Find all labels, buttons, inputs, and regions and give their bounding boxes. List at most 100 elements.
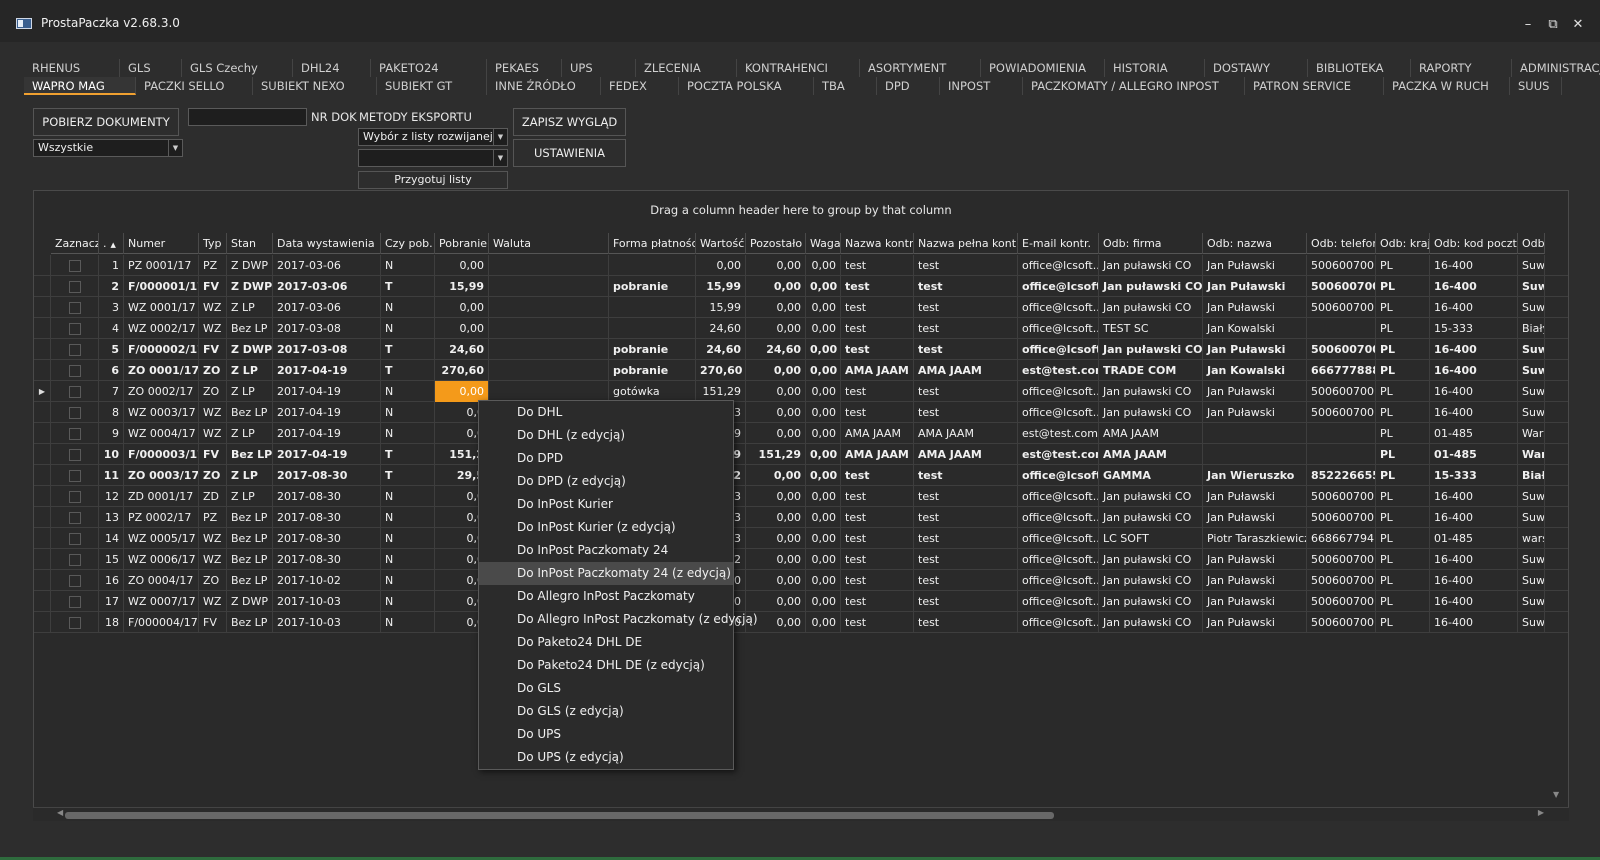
tab-powiadomienia[interactable]: POWIADOMIENIA: [981, 59, 1105, 77]
select-checkbox-cell[interactable]: [51, 402, 99, 423]
row-checkbox[interactable]: [68, 575, 81, 587]
close-button[interactable]: ✕: [1570, 17, 1586, 33]
row-checkbox[interactable]: [68, 386, 81, 398]
select-checkbox-cell[interactable]: [51, 612, 99, 633]
select-checkbox-cell[interactable]: [51, 339, 99, 360]
row-header[interactable]: [34, 591, 51, 612]
table-row[interactable]: 18 F/000004/17 FV Bez LP 2017-10-03 N 0,0 30 0,0…: [34, 612, 1568, 633]
tab-dostawy[interactable]: DOSTAWY: [1205, 59, 1308, 77]
column-header[interactable]: Forma płatności: [609, 233, 696, 254]
column-header[interactable]: Odb: telefon: [1307, 233, 1376, 254]
horizontal-scrollbar[interactable]: ◀ ▶: [33, 807, 1569, 821]
tab-raporty[interactable]: RAPORTY: [1411, 59, 1512, 77]
chevron-down-icon[interactable]: ▼: [493, 129, 507, 145]
table-row[interactable]: 12 ZD 0001/17 ZD Z LP 2017-08-30 N 0,0 53 0,00 0,…: [34, 486, 1568, 507]
column-header[interactable]: E-mail kontr.: [1018, 233, 1099, 254]
table-row[interactable]: 15 WZ 0006/17 WZ Bez LP 2017-08-30 N 0,0 22 0,00…: [34, 549, 1568, 570]
select-checkbox-cell[interactable]: [51, 276, 99, 297]
scroll-left-icon[interactable]: ◀: [57, 808, 63, 817]
menu-item[interactable]: Do DHL (z edycją): [479, 424, 733, 447]
tab-poczta-polska[interactable]: POCZTA POLSKA: [679, 77, 814, 95]
select-checkbox-cell[interactable]: [51, 318, 99, 339]
doc-number-input[interactable]: [188, 108, 307, 126]
row-header[interactable]: [34, 339, 51, 360]
row-header[interactable]: [34, 528, 51, 549]
tab-patron-service[interactable]: PATRON SERVICE: [1245, 77, 1384, 95]
row-header[interactable]: [34, 297, 51, 318]
row-checkbox[interactable]: [68, 512, 81, 524]
tab-subiekt-gt[interactable]: SUBIEKT GT: [377, 77, 487, 95]
tab-inne-r-d-o[interactable]: INNE ŹRÓDŁO: [487, 77, 601, 95]
row-header[interactable]: [34, 612, 51, 633]
tab-ups[interactable]: UPS: [562, 59, 636, 77]
table-row[interactable]: 14 WZ 0005/17 WZ Bez LP 2017-08-30 N 0,0 53 0,00…: [34, 528, 1568, 549]
tab-inpost[interactable]: INPOST: [940, 77, 1023, 95]
table-row[interactable]: 11ZO 0003/17ZOZ LP2017-08-30T29,5520,000…: [34, 465, 1568, 486]
menu-item[interactable]: Do DPD (z edycją): [479, 470, 733, 493]
tab-dpd[interactable]: DPD: [877, 77, 940, 95]
select-checkbox-cell[interactable]: [51, 255, 99, 276]
tab-paketo24[interactable]: PAKETO24: [371, 59, 487, 77]
row-checkbox[interactable]: [68, 281, 81, 293]
export-method-select[interactable]: Wybór z listy rozwijanej ▼: [358, 128, 508, 146]
tab-dhl24[interactable]: DHL24: [293, 59, 371, 77]
menu-item[interactable]: Do Paketo24 DHL DE: [479, 631, 733, 654]
menu-item[interactable]: Do GLS: [479, 677, 733, 700]
column-header[interactable]: . ▲: [99, 233, 124, 254]
tab-administracja[interactable]: ADMINISTRACJA: [1512, 59, 1600, 77]
row-header[interactable]: [34, 318, 51, 339]
tab-tba[interactable]: TBA: [814, 77, 877, 95]
tab-biblioteka[interactable]: BIBLIOTEKA: [1308, 59, 1411, 77]
group-by-hint[interactable]: Drag a column header here to group by th…: [34, 203, 1568, 217]
tab-paczka-w-ruch[interactable]: PACZKA W RUCH: [1384, 77, 1510, 95]
row-header[interactable]: [34, 255, 51, 276]
row-header[interactable]: [34, 360, 51, 381]
tab-suus[interactable]: SUUS: [1510, 77, 1562, 95]
chevron-down-icon[interactable]: ▼: [493, 150, 507, 166]
menu-item[interactable]: Do UPS: [479, 723, 733, 746]
row-checkbox[interactable]: [68, 302, 81, 314]
column-header[interactable]: Waga: [806, 233, 841, 254]
row-header[interactable]: [34, 276, 51, 297]
tab-subiekt-nexo[interactable]: SUBIEKT NEXO: [253, 77, 377, 95]
table-row[interactable]: 17 WZ 0007/17 WZ Z DWP 2017-10-03 N 0,0 30 0,00 0…: [34, 591, 1568, 612]
tab-wapro-mag[interactable]: WAPRO MAG: [24, 77, 136, 95]
select-checkbox-cell[interactable]: [51, 591, 99, 612]
select-checkbox-cell[interactable]: [51, 465, 99, 486]
select-checkbox-cell[interactable]: [51, 507, 99, 528]
tab-pekaes[interactable]: PEKAES: [487, 59, 562, 77]
row-checkbox[interactable]: [68, 365, 81, 377]
row-header[interactable]: [34, 549, 51, 570]
column-header[interactable]: Czy pob.: [381, 233, 435, 254]
row-checkbox[interactable]: [68, 323, 81, 335]
table-row[interactable]: 6 ZO 0001/17 ZO Z LP 2017-04-19 T 270,60 pobran…: [34, 360, 1568, 381]
column-header[interactable]: Numer: [124, 233, 199, 254]
select-checkbox-cell[interactable]: [51, 444, 99, 465]
maximize-button[interactable]: ⧉: [1545, 17, 1561, 33]
table-row[interactable]: 10F/000003/17FVBez LP2017-04-19T151,2291…: [34, 444, 1568, 465]
select-checkbox-cell[interactable]: [51, 570, 99, 591]
tab-historia[interactable]: HISTORIA: [1105, 59, 1205, 77]
column-header[interactable]: Wartość: [696, 233, 746, 254]
select-checkbox-cell[interactable]: [51, 549, 99, 570]
tab-rhenus[interactable]: RHENUS: [24, 59, 120, 77]
settings-button[interactable]: USTAWIENIA: [513, 139, 626, 167]
column-header[interactable]: Odb: nazwa: [1203, 233, 1307, 254]
select-checkbox-cell[interactable]: [51, 528, 99, 549]
column-header[interactable]: Odb: [1518, 233, 1545, 254]
table-row[interactable]: 13 PZ 0002/17 PZ Bez LP 2017-08-30 N 0,0 53 0,00…: [34, 507, 1568, 528]
table-row[interactable]: 4 WZ 0002/17 WZ Bez LP 2017-03-08 N 0,00 24,60 0…: [34, 318, 1568, 339]
minimize-button[interactable]: –: [1520, 17, 1536, 33]
column-header[interactable]: Pozostało: [746, 233, 806, 254]
column-header[interactable]: Waluta: [489, 233, 609, 254]
menu-item[interactable]: Do InPost Paczkomaty 24: [479, 539, 733, 562]
table-row[interactable]: 8 WZ 0003/17 WZ Bez LP 2017-04-19 N 0,0 53 0,00 0…: [34, 402, 1568, 423]
menu-item[interactable]: Do Paketo24 DHL DE (z edycją): [479, 654, 733, 677]
table-row[interactable]: 5 F/000002/17 FV Z DWP 2017-03-08 T 24,60 pobra…: [34, 339, 1568, 360]
select-checkbox-cell[interactable]: [51, 297, 99, 318]
scrollbar-thumb[interactable]: [65, 812, 1054, 819]
menu-item[interactable]: Do Allegro InPost Paczkomaty: [479, 585, 733, 608]
menu-item[interactable]: Do UPS (z edycją): [479, 746, 733, 769]
row-checkbox[interactable]: [68, 617, 81, 629]
tab-asortyment[interactable]: ASORTYMENT: [860, 59, 981, 77]
